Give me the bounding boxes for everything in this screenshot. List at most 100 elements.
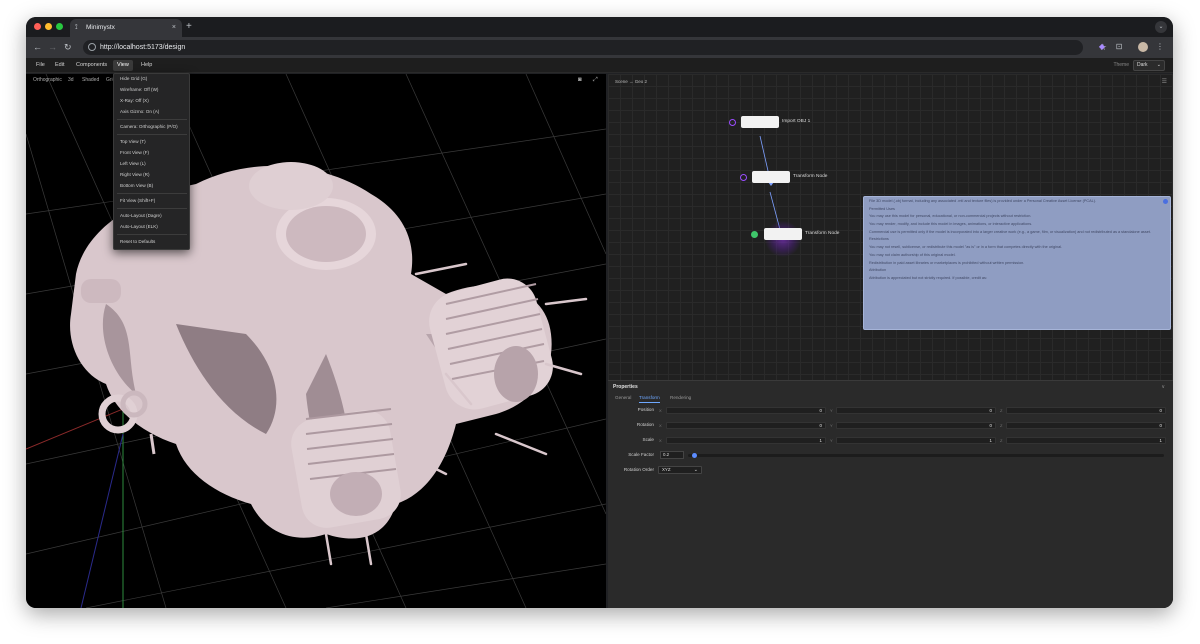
menu-axis-gizmo[interactable]: Axis Gizmo: On (A) [120,108,159,116]
axis-z-label: Z [1000,438,1003,443]
tab-transform[interactable]: Transform [639,394,660,403]
menu-left-view[interactable]: Left View (L) [120,160,146,168]
node-label: Transform Node [793,174,828,179]
menu-separator [117,193,187,194]
axis-x-label: X [659,438,662,443]
profile-avatar[interactable] [1138,42,1148,52]
axis-x-label: X [659,408,662,413]
menu-camera[interactable]: Camera: Orthographic (P/O) [120,123,178,131]
license-heading: Attribution [869,268,887,273]
axis-x-label: X [659,423,662,428]
menu-auto-layout-dagre[interactable]: Auto-Layout (Dagre) [120,212,162,220]
tab-title: Minimystx [86,24,115,31]
menu-top-view[interactable]: Top View (T) [120,138,146,146]
node-bypass-port[interactable] [740,174,747,181]
menu-xray[interactable]: X-Ray: Off (X) [120,97,149,105]
rotation-order-select[interactable]: XYZ ⌄ [658,466,702,474]
license-text: Attribution is appreciated but not stric… [869,275,987,280]
position-y-input[interactable]: 0 [836,407,996,414]
license-heading: Permitted Uses [869,206,895,211]
site-info-icon[interactable] [88,43,96,51]
scale-x-input[interactable]: 1 [666,437,826,444]
rotation-label: Rotation [636,422,654,427]
tab-search-icon[interactable]: ⌄ [1155,21,1167,33]
camera-icon[interactable]: ◙ [578,77,582,84]
collapse-icon[interactable]: ∨ [1161,384,1165,390]
menu-front-view[interactable]: Front View (F) [120,149,149,157]
scale-factor-slider[interactable] [688,454,1164,457]
rotation-y-input[interactable]: 0 [836,422,996,429]
node-graph-canvas[interactable]: Scene → Geo 2 ☰ Import OBJ 1 Transform N… [608,74,1173,380]
forward-icon[interactable]: → [48,41,57,53]
node-bypass-port[interactable] [729,119,736,126]
browser-window: ⟟ Minimystx × + ⌄ ← → ↻ http://localhost… [26,17,1173,608]
minimize-window-button[interactable] [45,23,52,30]
extension-icon[interactable]: ◆ [1097,42,1107,52]
license-note[interactable]: File 3D model (.obj format, including an… [863,196,1171,330]
scale-factor-input[interactable]: 0.2 [660,451,684,459]
menu-wireframe[interactable]: Wireframe: Off (W) [120,86,158,94]
app-menubar: File Edit Components View Help Theme Dar… [26,58,1173,73]
tab-general[interactable]: General [615,394,631,402]
rotation-x-input[interactable]: 0 [666,422,826,429]
position-z-input[interactable]: 0 [1006,407,1166,414]
z-axis-line [80,433,124,608]
maximize-window-button[interactable] [56,23,63,30]
tab-close-icon[interactable]: × [172,19,176,37]
close-window-button[interactable] [34,23,41,30]
chevron-down-icon: ⌄ [693,467,698,473]
axis-y-label: Y [830,438,833,443]
scale-factor-label: Scale Factor [628,452,654,457]
menu-file[interactable]: File [32,60,49,71]
rotation-z-input[interactable]: 0 [1006,422,1166,429]
back-icon[interactable]: ← [33,41,42,53]
shading-toggle[interactable]: Shaded [82,77,99,84]
menu-separator [117,134,187,135]
node-import-obj[interactable] [741,116,779,128]
menu-auto-layout-elk[interactable]: Auto-Layout (ELK) [120,223,158,231]
license-text: Commercial use is permitted only if the … [869,229,1151,234]
address-bar: ← → ↻ http://localhost:5173/design ☆ ◆ ⊡… [26,37,1173,58]
theme-select[interactable]: Dark ⌄ [1133,60,1165,71]
menu-edit[interactable]: Edit [51,60,68,71]
scale-factor-thumb[interactable] [691,453,697,458]
scale-z-input[interactable]: 1 [1006,437,1166,444]
scale-y-input[interactable]: 1 [836,437,996,444]
menu-separator [117,208,187,209]
node-transform-2[interactable] [764,228,802,240]
menu-bottom-view[interactable]: Bottom View (B) [120,182,153,190]
new-tab-button[interactable]: + [186,19,192,35]
license-text: You may use this model for personal, edu… [869,214,1032,219]
browser-menu-icon[interactable]: ⋮ [1155,42,1165,52]
reload-icon[interactable]: ↻ [64,41,72,53]
menu-hide-grid[interactable]: Hide Grid (G) [120,75,147,83]
menu-right-view[interactable]: Right View (R) [120,171,150,179]
projection-toggle[interactable]: Orthographic [33,77,62,84]
position-label: Position [637,407,654,412]
expand-icon[interactable]: ⤢ [593,77,598,84]
note-handle-icon[interactable] [1163,199,1168,204]
tab-strip: ⟟ Minimystx × + ⌄ [26,17,1173,37]
license-text: Redistribution in paid asset libraries o… [869,260,1025,265]
node-transform-1[interactable] [752,171,790,183]
extensions-puzzle-icon[interactable]: ⊡ [1114,42,1124,52]
axis-y-label: Y [830,423,833,428]
theme-label: Theme [1113,62,1129,68]
url-text: http://localhost:5173/design [100,44,186,51]
position-x-input[interactable]: 0 [666,407,826,414]
node-label: Transform Node [805,231,840,236]
menu-reset-defaults[interactable]: Reset to Defaults [120,238,155,246]
menu-components[interactable]: Components [72,60,111,71]
node-output-port[interactable] [751,231,758,238]
menu-help[interactable]: Help [137,60,156,71]
chevron-down-icon: ⌄ [1156,62,1161,68]
license-text: You may not claim authorship of this ori… [869,252,956,257]
dimension-toggle[interactable]: 3d [68,77,74,84]
tab-rendering[interactable]: Rendering [670,394,691,402]
properties-panel: Properties ∨ General Transform Rendering… [608,380,1173,608]
url-input[interactable]: http://localhost:5173/design ☆ [83,40,1107,55]
browser-tab[interactable]: ⟟ Minimystx × [70,19,182,37]
menu-fit-view[interactable]: Fit View (Shift+F) [120,197,155,205]
menu-view[interactable]: View [113,60,133,71]
properties-title: Properties [613,384,638,390]
